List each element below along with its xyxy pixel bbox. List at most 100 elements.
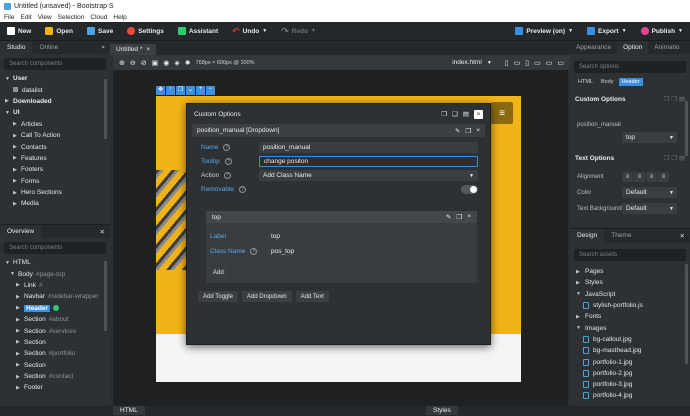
menu-selection[interactable]: Selection: [58, 14, 85, 21]
search-options-input[interactable]: Search options: [574, 61, 686, 73]
move-icon[interactable]: ✥: [156, 86, 165, 95]
overview-item[interactable]: ▶ Section #contact: [5, 371, 110, 382]
tablet-icon[interactable]: ▯: [525, 59, 529, 67]
folder-styles[interactable]: ▶ Styles: [576, 277, 690, 288]
chevron-icon[interactable]: ▶: [16, 294, 21, 300]
scrollbar[interactable]: [685, 101, 688, 156]
folder-pages[interactable]: ▶ Pages: [576, 266, 690, 277]
folder-fonts[interactable]: ▶ Fonts: [576, 311, 690, 322]
redo-button[interactable]: ↷ Redo ▼: [274, 22, 323, 41]
option-label-field[interactable]: top: [267, 231, 465, 242]
menu-help[interactable]: Help: [113, 14, 126, 21]
image-icon[interactable]: ▣: [152, 59, 159, 67]
sun-icon[interactable]: ✹: [185, 59, 191, 67]
minus-icon[interactable]: −: [206, 86, 215, 95]
overview-item[interactable]: ▼ HTML: [5, 257, 110, 268]
close-icon[interactable]: ✕: [100, 228, 110, 236]
chevron-icon[interactable]: ▶: [13, 167, 18, 173]
search-components-input[interactable]: Search components: [4, 58, 106, 70]
crumb-html[interactable]: HTML: [575, 78, 596, 86]
zoom-in-icon[interactable]: ⊕: [119, 59, 125, 67]
help-icon[interactable]: ?: [224, 172, 232, 179]
help-icon[interactable]: ?: [224, 158, 232, 165]
overview-item[interactable]: ▶ Link #: [5, 280, 110, 291]
tooltip-field[interactable]: change positon: [259, 156, 478, 167]
eye-icon[interactable]: ◉: [163, 59, 169, 67]
component-item[interactable]: ▶ Contacts: [5, 141, 110, 152]
block-icon[interactable]: ⊘: [141, 59, 147, 67]
overview-item[interactable]: ▶ Navbar #sidebar-wrapper: [5, 291, 110, 302]
chevron-icon[interactable]: ▶: [16, 339, 21, 345]
overview-item[interactable]: ▶ Section: [5, 360, 110, 371]
close-icon[interactable]: ×: [474, 109, 483, 119]
file-js[interactable]: stylish-portfolio.js: [576, 300, 690, 311]
overview-item[interactable]: ▼ Body #page-top: [5, 268, 110, 279]
hamburger-menu-icon[interactable]: ≡: [491, 102, 513, 124]
align-left-icon[interactable]: ≡: [622, 172, 633, 182]
chevron-icon[interactable]: ▶: [16, 362, 21, 368]
chevron-icon[interactable]: ▶: [13, 144, 18, 150]
chevron-icon[interactable]: ▶: [16, 385, 21, 391]
chevron-icon[interactable]: [13, 86, 19, 94]
close-icon[interactable]: ×: [476, 127, 480, 135]
chevron-icon[interactable]: ▼: [5, 110, 10, 116]
scrollbar[interactable]: [685, 264, 688, 364]
pencil-icon[interactable]: ✎: [446, 213, 451, 221]
chevron-icon[interactable]: ⌄: [186, 86, 195, 95]
component-item[interactable]: datalist: [5, 84, 110, 95]
preview-button[interactable]: Preview (on) ▼: [508, 22, 580, 41]
chevron-icon[interactable]: ▶: [13, 155, 18, 161]
align-center-icon[interactable]: ≡: [634, 172, 645, 182]
new-button[interactable]: New: [0, 22, 38, 41]
align-justify-icon[interactable]: ≡: [658, 172, 669, 182]
name-field[interactable]: position_manual: [259, 142, 478, 153]
chevron-icon[interactable]: ▶: [16, 305, 21, 311]
tab-animation[interactable]: Animatio: [648, 41, 685, 54]
add-text-button[interactable]: Add Text: [295, 291, 329, 302]
crumb-header[interactable]: Header: [618, 78, 643, 86]
action-select[interactable]: Add Class Name ▼: [259, 170, 478, 181]
phone-landscape-icon[interactable]: ▭: [514, 59, 521, 67]
chevron-icon[interactable]: ▶: [5, 98, 10, 104]
save-button[interactable]: Save: [80, 22, 120, 41]
doc-tab-untitled[interactable]: Untitled * ×: [110, 44, 157, 55]
search-icon[interactable]: ⌕: [101, 44, 110, 52]
menu-edit[interactable]: Edit: [20, 14, 31, 21]
status-html-tab[interactable]: HTML: [113, 406, 145, 415]
component-item[interactable]: ▼ User: [5, 73, 110, 84]
close-icon[interactable]: ✕: [680, 232, 690, 240]
file-image[interactable]: portfolio-3.jpg: [576, 379, 690, 390]
pencil-icon[interactable]: ✎: [455, 127, 460, 135]
tab-theme[interactable]: Theme: [604, 229, 638, 242]
chevron-icon[interactable]: ▶: [13, 178, 18, 184]
class-name-field[interactable]: pos_top: [267, 246, 465, 257]
scrollbar[interactable]: [104, 261, 107, 331]
component-item[interactable]: ▶ Articles: [5, 119, 110, 130]
file-image[interactable]: portfolio-2.jpg: [576, 368, 690, 379]
component-item[interactable]: ▶ Forms: [5, 176, 110, 187]
chevron-icon[interactable]: ▶: [13, 133, 18, 139]
tablet-landscape-icon[interactable]: ▭: [534, 59, 541, 67]
tab-studio[interactable]: Studio: [0, 41, 33, 54]
paste-icon[interactable]: ▤: [463, 110, 469, 118]
menu-file[interactable]: File: [4, 14, 14, 21]
folder-images[interactable]: ▼ Images: [576, 322, 690, 333]
close-icon[interactable]: ×: [146, 46, 150, 53]
text-background-select[interactable]: Default ▼: [622, 203, 677, 214]
desktop-icon[interactable]: ▭: [557, 59, 564, 67]
help-icon[interactable]: ?: [250, 248, 258, 255]
chevron-icon[interactable]: ▶: [16, 374, 21, 380]
help-icon[interactable]: ?: [238, 186, 246, 193]
component-item[interactable]: ▼ UI: [5, 107, 110, 118]
component-item[interactable]: ▶ Features: [5, 153, 110, 164]
assistant-button[interactable]: Assistant: [171, 22, 225, 41]
overview-item[interactable]: ▶ Section #services: [5, 325, 110, 336]
search-assets-input[interactable]: Search assets: [574, 249, 686, 261]
folder-javascript[interactable]: ▼ JavaScript: [576, 289, 690, 300]
search-overview-input[interactable]: Search components: [4, 242, 106, 254]
laptop-icon[interactable]: ▭: [546, 59, 553, 67]
chevron-icon[interactable]: ▼: [5, 76, 10, 82]
component-item[interactable]: ▶ Media: [5, 198, 110, 209]
component-item[interactable]: ▶ Downloaded: [5, 96, 110, 107]
close-icon[interactable]: ×: [467, 213, 471, 221]
